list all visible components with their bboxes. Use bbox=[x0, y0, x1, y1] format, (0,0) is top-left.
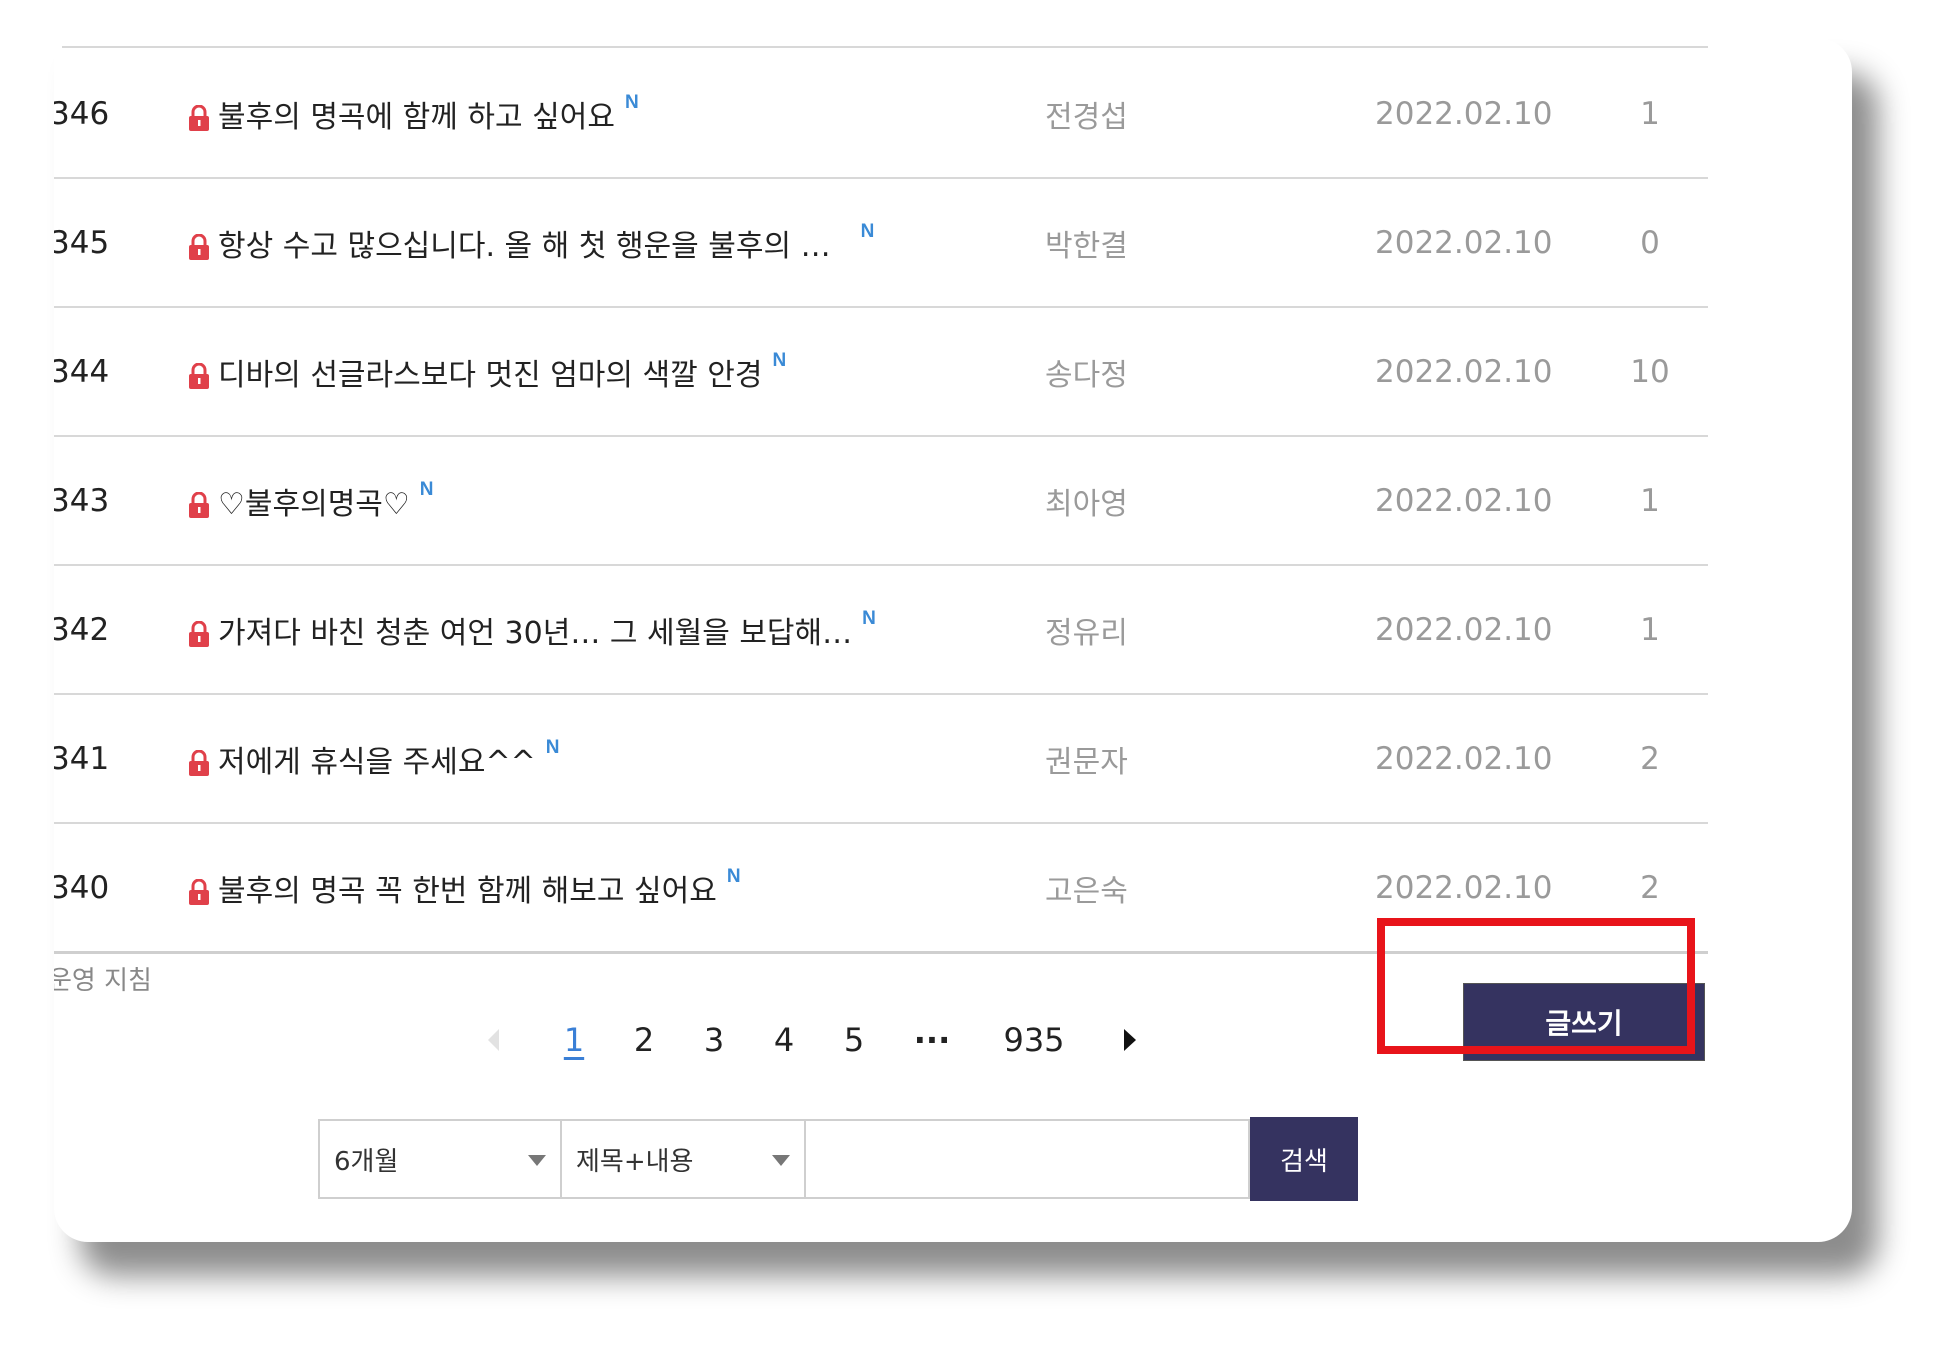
board-card: 346 불후의 명곡에 함께 하고 싶어요 N 전경섭 2022.02.10 1… bbox=[54, 38, 1852, 1242]
page-4[interactable]: 4 bbox=[766, 1013, 802, 1067]
post-author: 전경섭 bbox=[1045, 99, 1128, 135]
post-date: 2022.02.10 bbox=[1375, 869, 1553, 906]
page-1[interactable]: 1 bbox=[556, 1013, 592, 1067]
post-title[interactable]: 불후의 명곡 꼭 한번 함께 해보고 싶어요 bbox=[218, 866, 717, 910]
post-author: 권문자 bbox=[1045, 744, 1128, 780]
lock-icon bbox=[189, 749, 209, 776]
post-title-cell[interactable]: 항상 수고 많으십니다. 올 해 첫 행운을 불후의 … N bbox=[188, 179, 874, 306]
post-title-cell[interactable]: ♡불후의명곡♡ N bbox=[188, 437, 434, 564]
post-views: 1 bbox=[1640, 95, 1660, 132]
lock-icon bbox=[189, 491, 209, 518]
post-title[interactable]: 저에게 휴식을 주세요^^ bbox=[218, 737, 536, 781]
post-number: 342 bbox=[54, 611, 110, 648]
new-badge: N bbox=[545, 737, 560, 758]
period-select-value: 6개월 bbox=[334, 1146, 399, 1177]
new-badge: N bbox=[624, 92, 639, 113]
search-bar: 6개월 제목+내용 검색 bbox=[318, 1117, 1358, 1203]
post-date: 2022.02.10 bbox=[1375, 353, 1553, 390]
post-number: 346 bbox=[54, 95, 110, 132]
post-title-cell[interactable]: 디바의 선글라스보다 멋진 엄마의 색깔 안경 N bbox=[188, 308, 786, 435]
new-badge: N bbox=[726, 866, 741, 887]
post-title-cell[interactable]: 가져다 바친 청춘 여언 30년… 그 세월을 보답해… N bbox=[188, 566, 876, 693]
post-number: 340 bbox=[54, 869, 110, 906]
table-row[interactable]: 340 불후의 명곡 꼭 한번 함께 해보고 싶어요 N 고은숙 2022.02… bbox=[54, 824, 1708, 954]
divider bbox=[62, 46, 1708, 48]
post-number: 341 bbox=[54, 740, 110, 777]
post-title-cell[interactable]: 저에게 휴식을 주세요^^ N bbox=[188, 695, 559, 822]
post-number: 344 bbox=[54, 353, 110, 390]
prev-arrow-icon[interactable] bbox=[478, 1013, 508, 1067]
table-row[interactable]: 342 가져다 바친 청춘 여언 30년… 그 세월을 보답해… N 정유리 2… bbox=[54, 566, 1708, 695]
post-author: 최아영 bbox=[1045, 486, 1128, 522]
pagination-ellipsis: ··· bbox=[913, 1021, 951, 1059]
post-author: 정유리 bbox=[1045, 615, 1128, 651]
post-date: 2022.02.10 bbox=[1375, 611, 1553, 648]
post-views: 1 bbox=[1640, 611, 1660, 648]
page-2[interactable]: 2 bbox=[626, 1013, 662, 1067]
next-arrow-icon[interactable] bbox=[1115, 1013, 1145, 1067]
new-badge: N bbox=[860, 221, 875, 242]
operation-rules-link[interactable]: 운영 지침 bbox=[54, 960, 152, 997]
lock-icon bbox=[189, 233, 209, 260]
scope-select[interactable]: 제목+내용 bbox=[562, 1119, 806, 1199]
period-select[interactable]: 6개월 bbox=[318, 1119, 562, 1199]
table-row[interactable]: 343 ♡불후의명곡♡ N 최아영 2022.02.10 1 bbox=[54, 437, 1708, 566]
table-row[interactable]: 344 디바의 선글라스보다 멋진 엄마의 색깔 안경 N 송다정 2022.0… bbox=[54, 308, 1708, 437]
page-last[interactable]: 935 bbox=[994, 1013, 1074, 1067]
page-3[interactable]: 3 bbox=[696, 1013, 732, 1067]
post-title[interactable]: 항상 수고 많으십니다. 올 해 첫 행운을 불후의 … bbox=[218, 221, 831, 265]
lock-icon bbox=[189, 362, 209, 389]
post-views: 1 bbox=[1640, 482, 1660, 519]
post-number: 345 bbox=[54, 224, 110, 261]
post-date: 2022.02.10 bbox=[1375, 482, 1553, 519]
new-badge: N bbox=[772, 350, 787, 371]
lock-icon bbox=[189, 878, 209, 905]
post-views: 0 bbox=[1640, 224, 1660, 261]
table-row[interactable]: 345 항상 수고 많으십니다. 올 해 첫 행운을 불후의 … N 박한결 2… bbox=[54, 179, 1708, 308]
post-title[interactable]: 불후의 명곡에 함께 하고 싶어요 bbox=[218, 92, 615, 136]
post-views: 10 bbox=[1630, 353, 1670, 390]
table-row[interactable]: 346 불후의 명곡에 함께 하고 싶어요 N 전경섭 2022.02.10 1 bbox=[54, 50, 1708, 179]
post-views: 2 bbox=[1640, 740, 1660, 777]
new-badge: N bbox=[862, 608, 876, 629]
search-button[interactable]: 검색 bbox=[1250, 1117, 1358, 1201]
chevron-down-icon bbox=[772, 1155, 790, 1166]
post-number: 343 bbox=[54, 482, 110, 519]
page-5: 5 bbox=[843, 1021, 865, 1059]
lock-icon bbox=[189, 104, 209, 131]
post-title[interactable]: ♡불후의명곡♡ bbox=[218, 479, 410, 523]
post-date: 2022.02.10 bbox=[1375, 224, 1553, 261]
post-author: 박한결 bbox=[1045, 228, 1128, 264]
table-row[interactable]: 341 저에게 휴식을 주세요^^ N 권문자 2022.02.10 2 bbox=[54, 695, 1708, 824]
lock-icon bbox=[189, 620, 209, 647]
post-date: 2022.02.10 bbox=[1375, 740, 1553, 777]
post-views: 2 bbox=[1640, 869, 1660, 906]
scope-select-value: 제목+내용 bbox=[576, 1146, 694, 1177]
chevron-down-icon bbox=[528, 1155, 546, 1166]
post-title-cell[interactable]: 불후의 명곡에 함께 하고 싶어요 N bbox=[188, 50, 639, 177]
post-title[interactable]: 가져다 바친 청춘 여언 30년… 그 세월을 보답해… bbox=[218, 608, 852, 652]
post-date: 2022.02.10 bbox=[1375, 95, 1553, 132]
post-author: 송다정 bbox=[1045, 357, 1128, 393]
post-title[interactable]: 디바의 선글라스보다 멋진 엄마의 색깔 안경 bbox=[218, 350, 762, 394]
search-input[interactable] bbox=[806, 1119, 1250, 1199]
post-title-cell[interactable]: 불후의 명곡 꼭 한번 함께 해보고 싶어요 N bbox=[188, 824, 741, 951]
post-author: 고은숙 bbox=[1045, 873, 1128, 909]
write-button[interactable]: 글쓰기 bbox=[1464, 984, 1704, 1060]
new-badge: N bbox=[419, 479, 434, 500]
